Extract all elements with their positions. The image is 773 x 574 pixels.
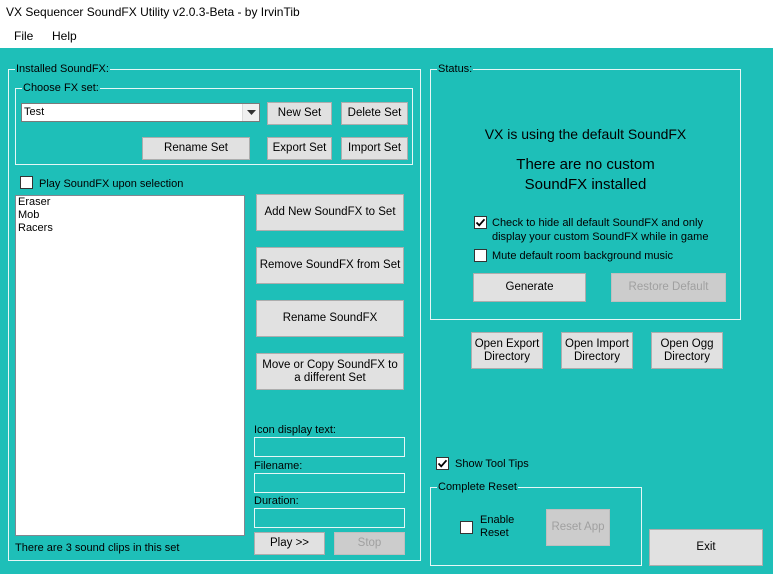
status-group: Status: VX is using the default SoundFX … <box>430 62 741 320</box>
title-bar: VX Sequencer SoundFX Utility v2.0.3-Beta… <box>0 0 773 24</box>
enable-reset-label: Enable Reset <box>480 514 515 539</box>
move-copy-soundfx-button[interactable]: Move or Copy SoundFX to a different Set <box>256 353 404 390</box>
choose-fx-set-title: Choose FX set: <box>22 81 100 95</box>
import-set-button[interactable]: Import Set <box>341 137 408 160</box>
list-item[interactable]: Mob <box>16 209 244 222</box>
play-on-select-checkbox[interactable] <box>20 176 33 189</box>
clip-count-text: There are 3 sound clips in this set <box>15 542 180 554</box>
status-line-2: There are no custom <box>516 156 655 173</box>
complete-reset-group: Complete Reset Enable Reset Reset App <box>430 480 642 566</box>
icon-text-field[interactable] <box>254 437 405 457</box>
installed-soundfx-title: Installed SoundFX: <box>15 62 110 76</box>
status-title: Status: <box>437 62 474 76</box>
rename-set-button[interactable]: Rename Set <box>142 137 250 160</box>
show-tooltips-label: Show Tool Tips <box>455 458 529 470</box>
icon-text-label: Icon display text: <box>254 424 336 436</box>
stop-button[interactable]: Stop <box>334 532 405 555</box>
mute-music-checkbox[interactable] <box>474 249 487 262</box>
delete-set-button[interactable]: Delete Set <box>341 102 408 125</box>
play-on-select-label: Play SoundFX upon selection <box>39 178 184 190</box>
window-title: VX Sequencer SoundFX Utility v2.0.3-Beta… <box>6 5 300 19</box>
hide-default-checkbox[interactable] <box>474 216 487 229</box>
generate-button[interactable]: Generate <box>473 273 586 302</box>
status-line-1: VX is using the default SoundFX <box>484 126 687 142</box>
mute-music-label: Mute default room background music <box>492 250 673 262</box>
remove-soundfx-button[interactable]: Remove SoundFX from Set <box>256 247 404 284</box>
duration-field[interactable] <box>254 508 405 528</box>
open-import-dir-button[interactable]: Open Import Directory <box>561 332 633 369</box>
checkmark-icon <box>475 218 486 227</box>
duration-label: Duration: <box>254 495 299 507</box>
export-set-button[interactable]: Export Set <box>267 137 332 160</box>
fx-set-dropdown[interactable]: Test <box>21 103 260 122</box>
reset-app-button[interactable]: Reset App <box>546 509 610 546</box>
exit-button[interactable]: Exit <box>649 529 763 566</box>
checkmark-icon <box>437 459 448 468</box>
open-export-dir-button[interactable]: Open Export Directory <box>471 332 543 369</box>
filename-field[interactable] <box>254 473 405 493</box>
complete-reset-title: Complete Reset <box>437 480 518 494</box>
fx-set-value: Test <box>24 106 45 118</box>
play-button[interactable]: Play >> <box>254 532 325 555</box>
soundfx-list[interactable]: Eraser Mob Racers <box>15 195 245 536</box>
hide-default-label: Check to hide all default SoundFX and on… <box>492 217 709 243</box>
show-tooltips-checkbox[interactable] <box>436 457 449 470</box>
main-panel: Installed SoundFX: Choose FX set: Test N… <box>0 48 773 574</box>
menu-file[interactable]: File <box>14 29 33 43</box>
list-item[interactable]: Racers <box>16 222 244 235</box>
choose-fx-set-group: Choose FX set: Test New Set Delete Set R… <box>15 81 413 165</box>
add-soundfx-button[interactable]: Add New SoundFX to Set <box>256 194 404 231</box>
rename-soundfx-button[interactable]: Rename SoundFX <box>256 300 404 337</box>
filename-label: Filename: <box>254 460 303 472</box>
open-ogg-dir-button[interactable]: Open Ogg Directory <box>651 332 723 369</box>
installed-soundfx-group: Installed SoundFX: Choose FX set: Test N… <box>8 62 421 561</box>
list-item[interactable]: Eraser <box>16 196 244 209</box>
menu-bar: File Help <box>0 24 773 48</box>
status-line-3: SoundFX installed <box>524 176 647 193</box>
new-set-button[interactable]: New Set <box>267 102 332 125</box>
menu-help[interactable]: Help <box>52 29 77 43</box>
enable-reset-checkbox[interactable] <box>460 521 473 534</box>
restore-default-button[interactable]: Restore Default <box>611 273 726 302</box>
chevron-down-icon[interactable] <box>242 104 259 121</box>
